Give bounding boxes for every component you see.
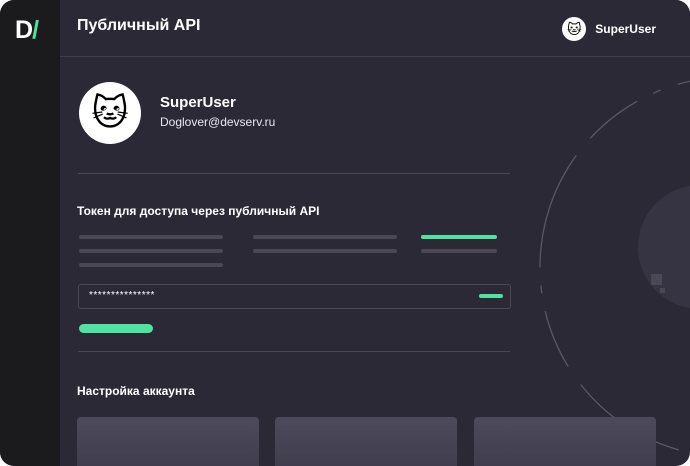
main-content: 🐱 SuperUser Doglover@devserv.ru Токен дл… xyxy=(60,57,690,466)
divider xyxy=(78,351,510,352)
placeholder-line xyxy=(421,249,497,253)
sidebar: D/ xyxy=(0,0,60,466)
generate-token-button[interactable] xyxy=(79,324,153,333)
placeholder-line xyxy=(79,249,223,253)
divider xyxy=(78,173,510,174)
profile-name: SuperUser xyxy=(160,94,236,111)
logo[interactable]: D/ xyxy=(15,16,39,44)
placeholder-line xyxy=(79,235,223,239)
settings-card[interactable] xyxy=(77,417,259,466)
token-value: *************** xyxy=(89,290,155,301)
settings-card[interactable] xyxy=(275,417,457,466)
token-section-title: Токен для доступа через публичный API xyxy=(77,204,320,218)
token-field[interactable]: *************** xyxy=(78,284,511,309)
placeholder-line xyxy=(253,249,397,253)
user-name: SuperUser xyxy=(595,22,656,36)
cat-face-icon: 🐱 xyxy=(562,17,587,41)
avatar-glyph: 🐱 xyxy=(566,20,582,37)
profile-avatar: 🐱 xyxy=(79,82,141,144)
placeholder-line xyxy=(253,235,397,239)
header: Публичный API 🐱 SuperUser xyxy=(60,0,690,57)
app-window: D/ Публичный API 🐱 SuperUser 🐱 SuperUser… xyxy=(0,0,690,466)
logo-slash: / xyxy=(32,16,39,44)
cat-face-icon: 🐱 xyxy=(91,92,129,133)
logo-letter: D xyxy=(15,16,33,44)
user-menu[interactable]: 🐱 SuperUser xyxy=(562,17,656,41)
placeholder-link[interactable] xyxy=(421,235,497,239)
account-section-title: Настройка аккаунта xyxy=(77,384,195,398)
copy-token-button[interactable] xyxy=(479,294,503,298)
settings-card[interactable] xyxy=(474,417,656,466)
page-title: Публичный API xyxy=(77,17,201,34)
profile-email: Doglover@devserv.ru xyxy=(160,115,276,129)
placeholder-line xyxy=(79,263,223,267)
decorative-circles xyxy=(539,80,690,454)
